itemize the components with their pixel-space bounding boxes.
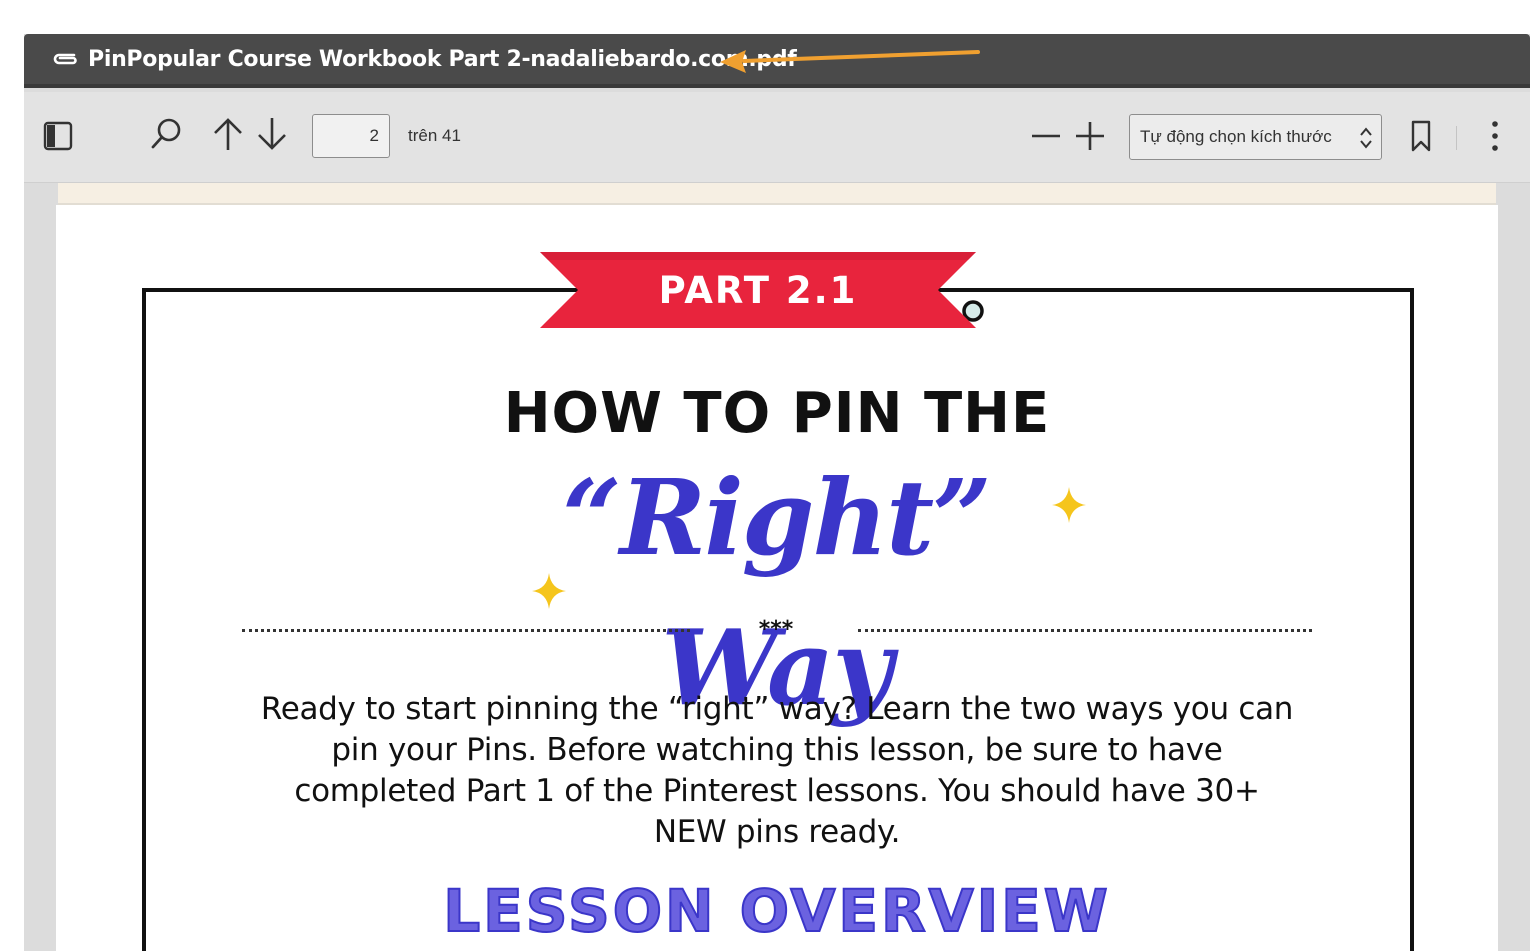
lesson-overview-heading: LESSON OVERVIEW — [442, 876, 1111, 946]
zoom-select-value: Tự động chọn kích thước — [1140, 127, 1332, 146]
sparkle-icon — [1052, 487, 1086, 528]
more-vertical-icon — [1491, 120, 1499, 157]
toolbar: trên 41 Tự động chọn kích thước — [24, 92, 1530, 183]
search-button[interactable] — [146, 116, 186, 156]
script-title: “Right” Way — [496, 443, 1056, 729]
bookmark-icon — [1410, 120, 1432, 157]
toolbar-separator — [1456, 126, 1457, 150]
dotted-divider-left — [242, 629, 690, 632]
arrow-up-icon — [212, 116, 244, 157]
pdf-viewer-window: PinPopular Course Workbook Part 2-nadali… — [24, 34, 1530, 951]
dotted-divider-right — [858, 629, 1312, 632]
sparkle-icon — [532, 573, 566, 614]
sidebar-toggle-button[interactable] — [40, 120, 76, 156]
zoom-in-button[interactable] — [1072, 120, 1108, 156]
pdf-page: PART 2.1 HOW TO PIN THE “Right” Way *** … — [56, 205, 1498, 951]
previous-page-edge — [58, 183, 1496, 205]
ribbon-label: PART 2.1 — [658, 268, 858, 312]
page-count-label: trên 41 — [408, 126, 461, 145]
select-chevron-icon — [1359, 125, 1373, 156]
annotation-arrow — [716, 42, 986, 81]
paperclip-icon — [50, 49, 80, 69]
page-number-input[interactable] — [312, 114, 390, 158]
document-viewport[interactable]: PART 2.1 HOW TO PIN THE “Right” Way *** … — [24, 183, 1530, 951]
divider-stars: *** — [758, 617, 794, 642]
plus-icon — [1075, 121, 1105, 156]
minus-icon — [1031, 121, 1061, 156]
zoom-out-button[interactable] — [1028, 120, 1064, 156]
zoom-select[interactable]: Tự động chọn kích thước — [1129, 114, 1382, 160]
more-options-button[interactable] — [1480, 118, 1510, 158]
previous-page-button[interactable] — [208, 116, 248, 156]
document-title: PinPopular Course Workbook Part 2-nadali… — [88, 46, 797, 72]
sidebar-toggle-icon — [43, 121, 73, 156]
arrow-down-icon — [256, 116, 288, 157]
page-heading: HOW TO PIN THE — [503, 381, 1051, 446]
next-page-button[interactable] — [252, 116, 292, 156]
bookmark-button[interactable] — [1404, 118, 1438, 158]
search-icon — [149, 117, 183, 156]
title-bar: PinPopular Course Workbook Part 2-nadali… — [24, 34, 1530, 88]
part-ribbon: PART 2.1 — [540, 250, 976, 330]
intro-paragraph: Ready to start pinning the “right” way? … — [260, 691, 1294, 850]
